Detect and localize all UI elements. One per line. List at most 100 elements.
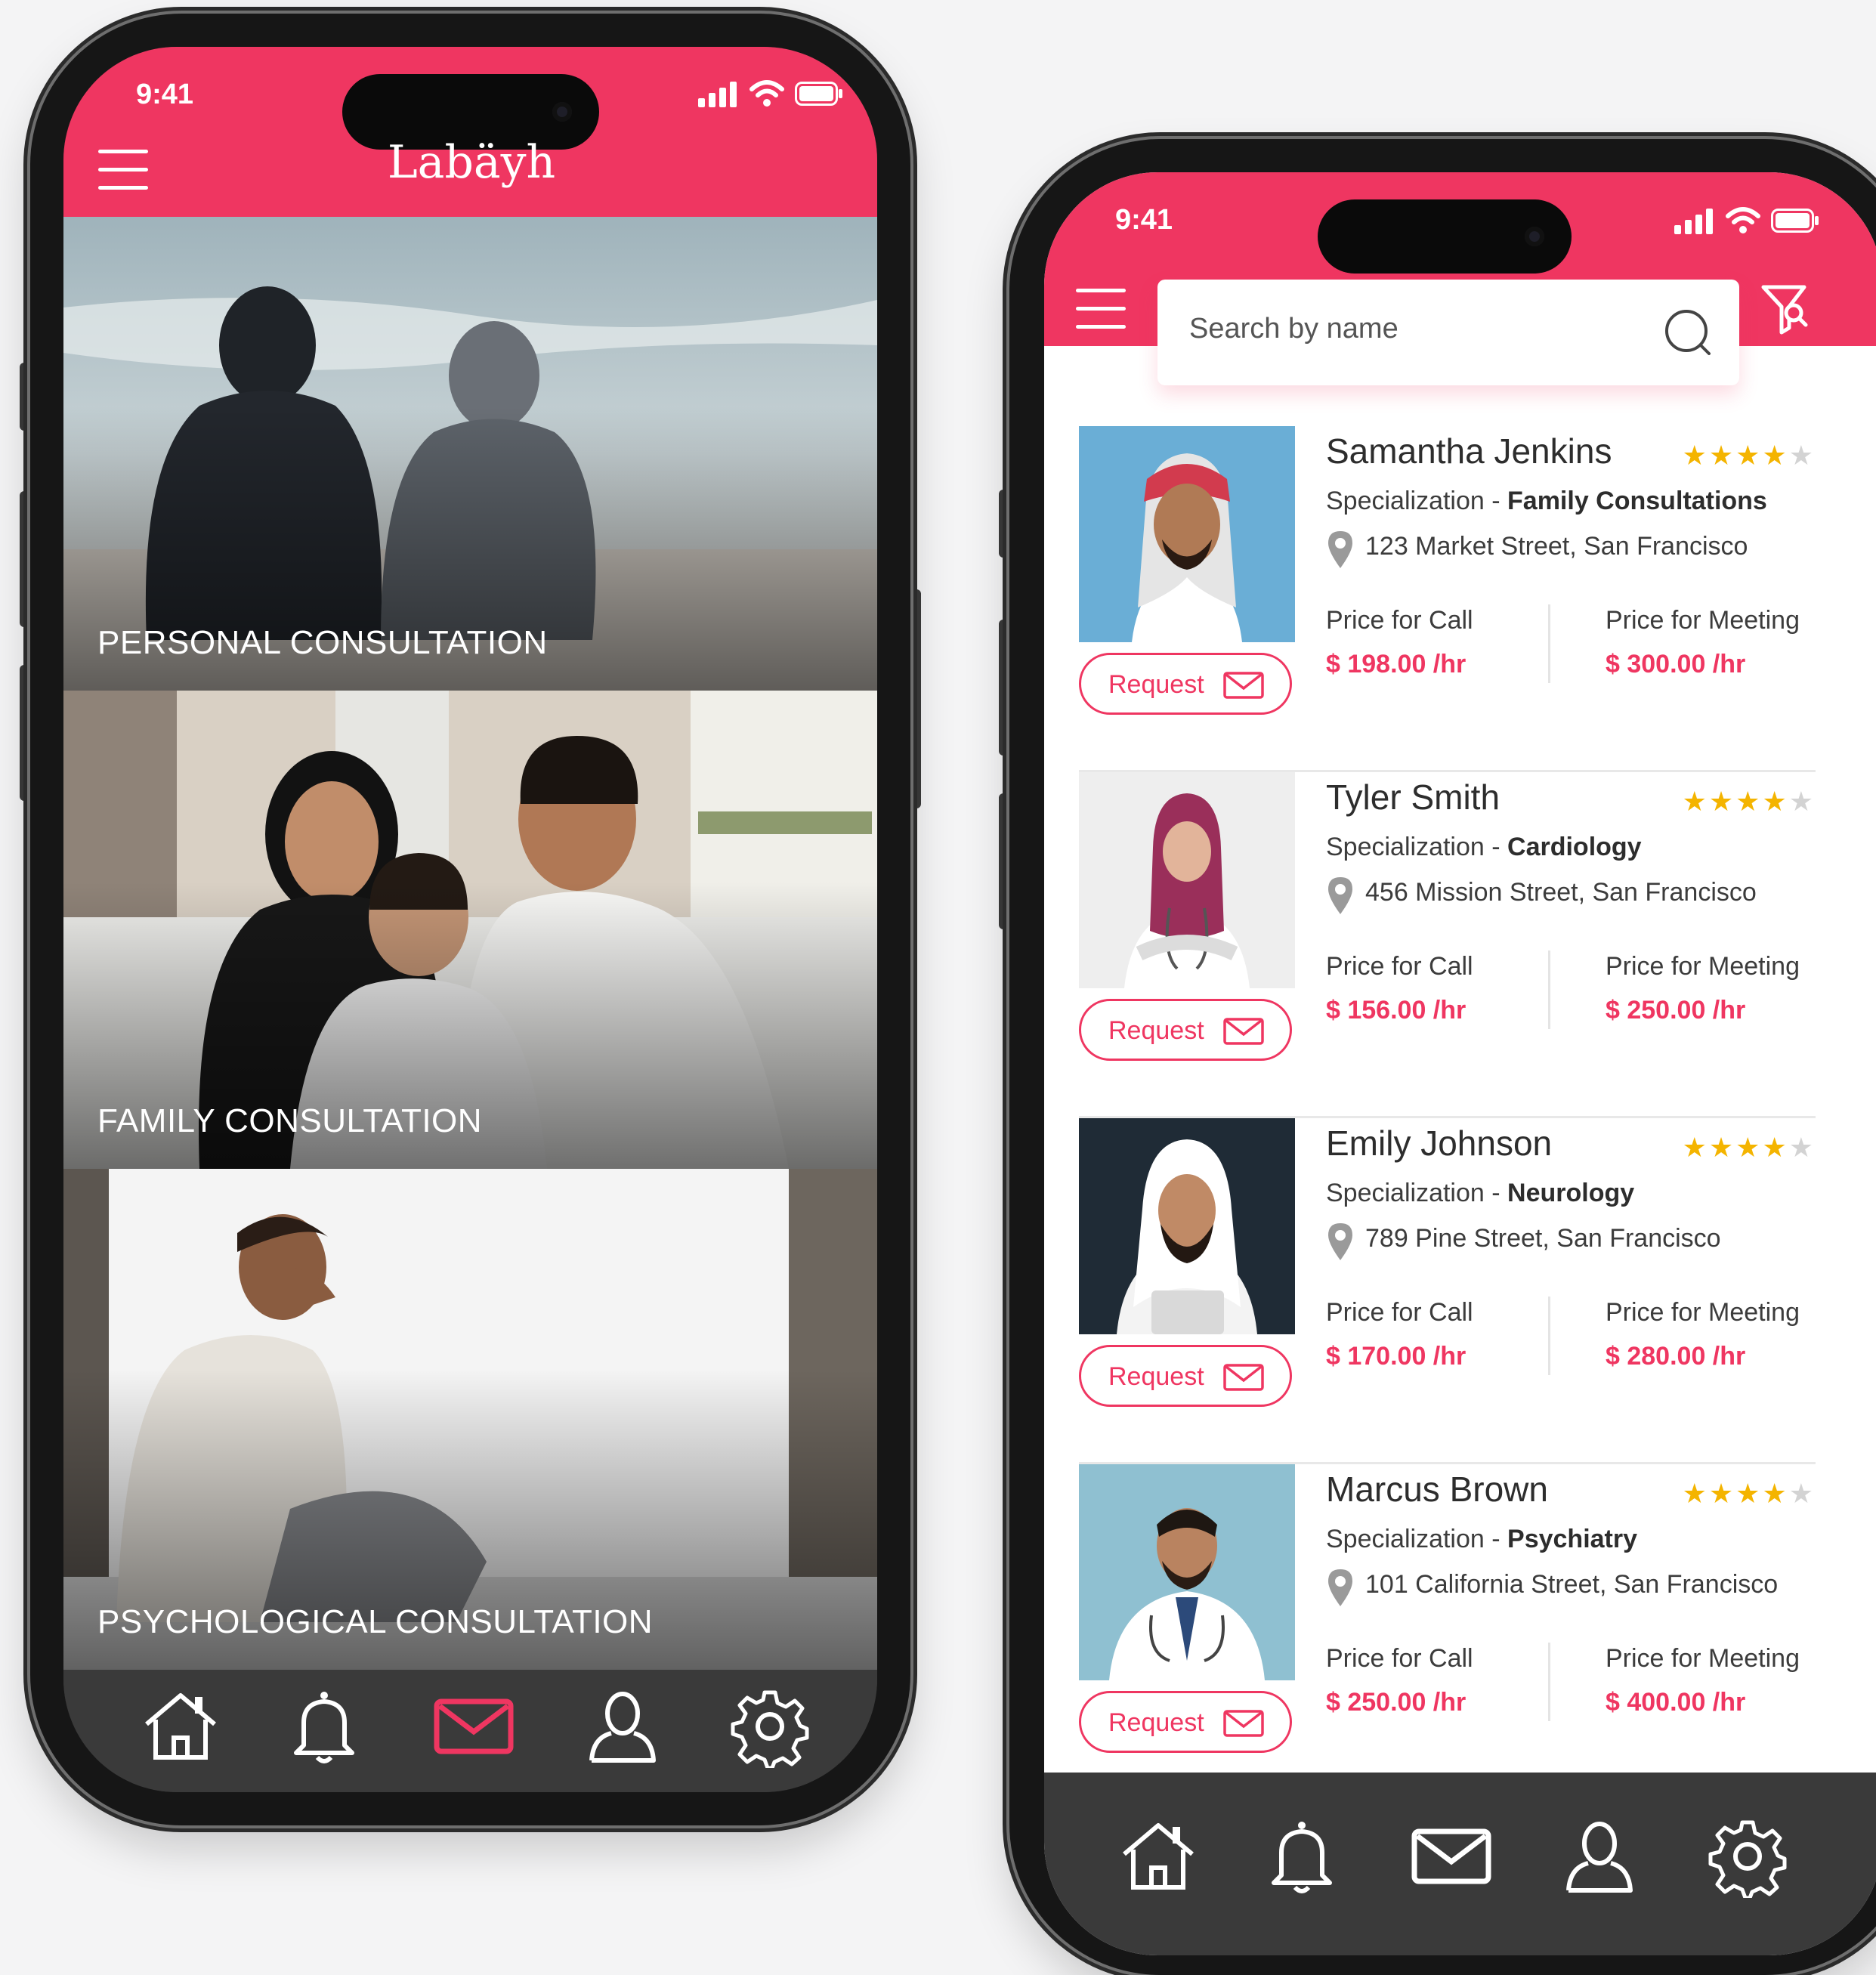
volume-up-button [999,620,1009,756]
settings-icon[interactable] [728,1685,811,1770]
meeting-price: $ 300.00 /hr [1606,650,1746,678]
consultant-card[interactable]: Request Tyler Smith ★★★★★ Specialization… [1079,772,1816,1118]
call-price-label: Price for Call [1326,952,1473,981]
mail-icon [1223,1018,1264,1045]
search-input[interactable]: Search by name [1189,313,1399,345]
price-divider [1548,950,1550,1029]
meeting-price: $ 400.00 /hr [1606,1688,1746,1717]
location-pin-icon [1328,877,1352,914]
location-pin-icon [1328,1223,1352,1260]
phone-left: 9:41 Labäyh PERSONAL CONSULTATION FAMILY… [30,14,910,1825]
hamburger-menu-icon[interactable] [1076,289,1126,329]
request-button[interactable]: Request [1079,1691,1292,1753]
status-icons [698,80,849,110]
hamburger-menu-icon[interactable] [98,150,148,190]
meeting-price-label: Price for Meeting [1606,1644,1800,1673]
rating-stars: ★★★★★ [1682,440,1816,471]
home-header: 9:41 Labäyh [63,47,877,217]
signal-icon [1674,209,1713,234]
call-price-label: Price for Call [1326,606,1473,635]
mail-icon[interactable] [1410,1815,1493,1898]
signal-icon [698,82,737,107]
request-button[interactable]: Request [1079,1345,1292,1407]
volume-down-button [20,665,30,801]
mail-icon[interactable] [432,1685,515,1768]
price-divider [1548,604,1550,683]
price-divider [1548,1643,1550,1721]
mail-icon [1223,1364,1264,1391]
call-price: $ 156.00 /hr [1326,996,1466,1025]
status-icons [1674,207,1825,237]
app-logo: Labäyh [387,136,556,189]
silent-switch [20,363,30,431]
tile-psychological-consultation[interactable]: PSYCHOLOGICAL CONSULTATION [63,1169,877,1670]
meeting-price: $ 280.00 /hr [1606,1342,1746,1371]
location-pin-icon [1328,531,1352,568]
consultant-photo [1079,1464,1295,1680]
search-bar[interactable]: Search by name [1157,280,1739,385]
request-button[interactable]: Request [1079,999,1292,1061]
tile-label: PSYCHOLOGICAL CONSULTATION [97,1603,654,1640]
specialization: Specialization - Cardiology [1326,833,1642,861]
tile-personal-consultation[interactable]: PERSONAL CONSULTATION [63,217,877,691]
call-price: $ 170.00 /hr [1326,1342,1466,1371]
wifi-icon [749,80,784,107]
rating-stars: ★★★★★ [1682,1132,1816,1163]
consultant-card[interactable]: Request Samantha Jenkins ★★★★★ Specializ… [1079,426,1816,772]
bottom-nav [1044,1773,1876,1955]
battery-icon [795,82,842,106]
meeting-price-label: Price for Meeting [1606,606,1800,635]
consultant-list-screen: 9:41 Search by name Request Samantha Jen… [1044,172,1876,1955]
specialization: Specialization - Family Consultations [1326,487,1767,515]
bell-icon[interactable] [1260,1815,1343,1898]
user-icon[interactable] [1558,1815,1641,1898]
specialization: Specialization - Psychiatry [1326,1525,1638,1553]
bell-icon[interactable] [283,1685,366,1768]
specialization-value: Neurology [1507,1179,1635,1207]
mail-icon [1223,1710,1264,1737]
consultant-card[interactable]: Request Emily Johnson ★★★★★ Specializati… [1079,1118,1816,1464]
meeting-price-label: Price for Meeting [1606,952,1800,981]
dynamic-island [1318,199,1572,274]
call-price-label: Price for Call [1326,1298,1473,1327]
consultant-photo [1079,1118,1295,1334]
settings-icon[interactable] [1706,1815,1789,1900]
phone-right: 9:41 Search by name Request Samantha Jen… [1009,139,1876,1975]
search-icon[interactable] [1664,308,1714,358]
consultant-name[interactable]: Emily Johnson [1326,1123,1552,1164]
home-icon[interactable] [1117,1815,1200,1898]
volume-down-button [999,793,1009,929]
silent-switch [999,490,1009,558]
request-button[interactable]: Request [1079,653,1292,715]
power-button [910,589,921,808]
specialization-value: Cardiology [1507,833,1642,861]
request-label: Request [1108,1016,1204,1045]
user-icon[interactable] [581,1685,664,1768]
consultant-name[interactable]: Tyler Smith [1326,777,1500,818]
tile-family-consultation[interactable]: FAMILY CONSULTATION [63,691,877,1169]
bottom-nav [63,1670,877,1792]
call-price: $ 198.00 /hr [1326,650,1466,678]
consultant-name[interactable]: Marcus Brown [1326,1469,1548,1510]
specialization-value: Psychiatry [1507,1525,1638,1553]
consultant-name[interactable]: Samantha Jenkins [1326,431,1612,471]
tile-label: PERSONAL CONSULTATION [97,624,548,661]
request-label: Request [1108,670,1204,699]
status-time: 9:41 [136,79,194,110]
filter-icon[interactable] [1760,283,1810,337]
volume-up-button [20,491,30,627]
request-label: Request [1108,1708,1204,1737]
request-label: Request [1108,1362,1204,1391]
location-pin-icon [1328,1569,1352,1606]
call-price-label: Price for Call [1326,1644,1473,1673]
battery-icon [1771,209,1819,233]
consultant-card[interactable]: Request Marcus Brown ★★★★★ Specializatio… [1079,1464,1816,1810]
meeting-price-label: Price for Meeting [1606,1298,1800,1327]
tile-label: FAMILY CONSULTATION [97,1102,483,1139]
meeting-price: $ 250.00 /hr [1606,996,1746,1025]
mail-icon [1223,672,1264,699]
consultant-photo [1079,426,1295,642]
home-icon[interactable] [139,1685,222,1768]
wifi-icon [1726,207,1760,233]
rating-stars: ★★★★★ [1682,786,1816,817]
